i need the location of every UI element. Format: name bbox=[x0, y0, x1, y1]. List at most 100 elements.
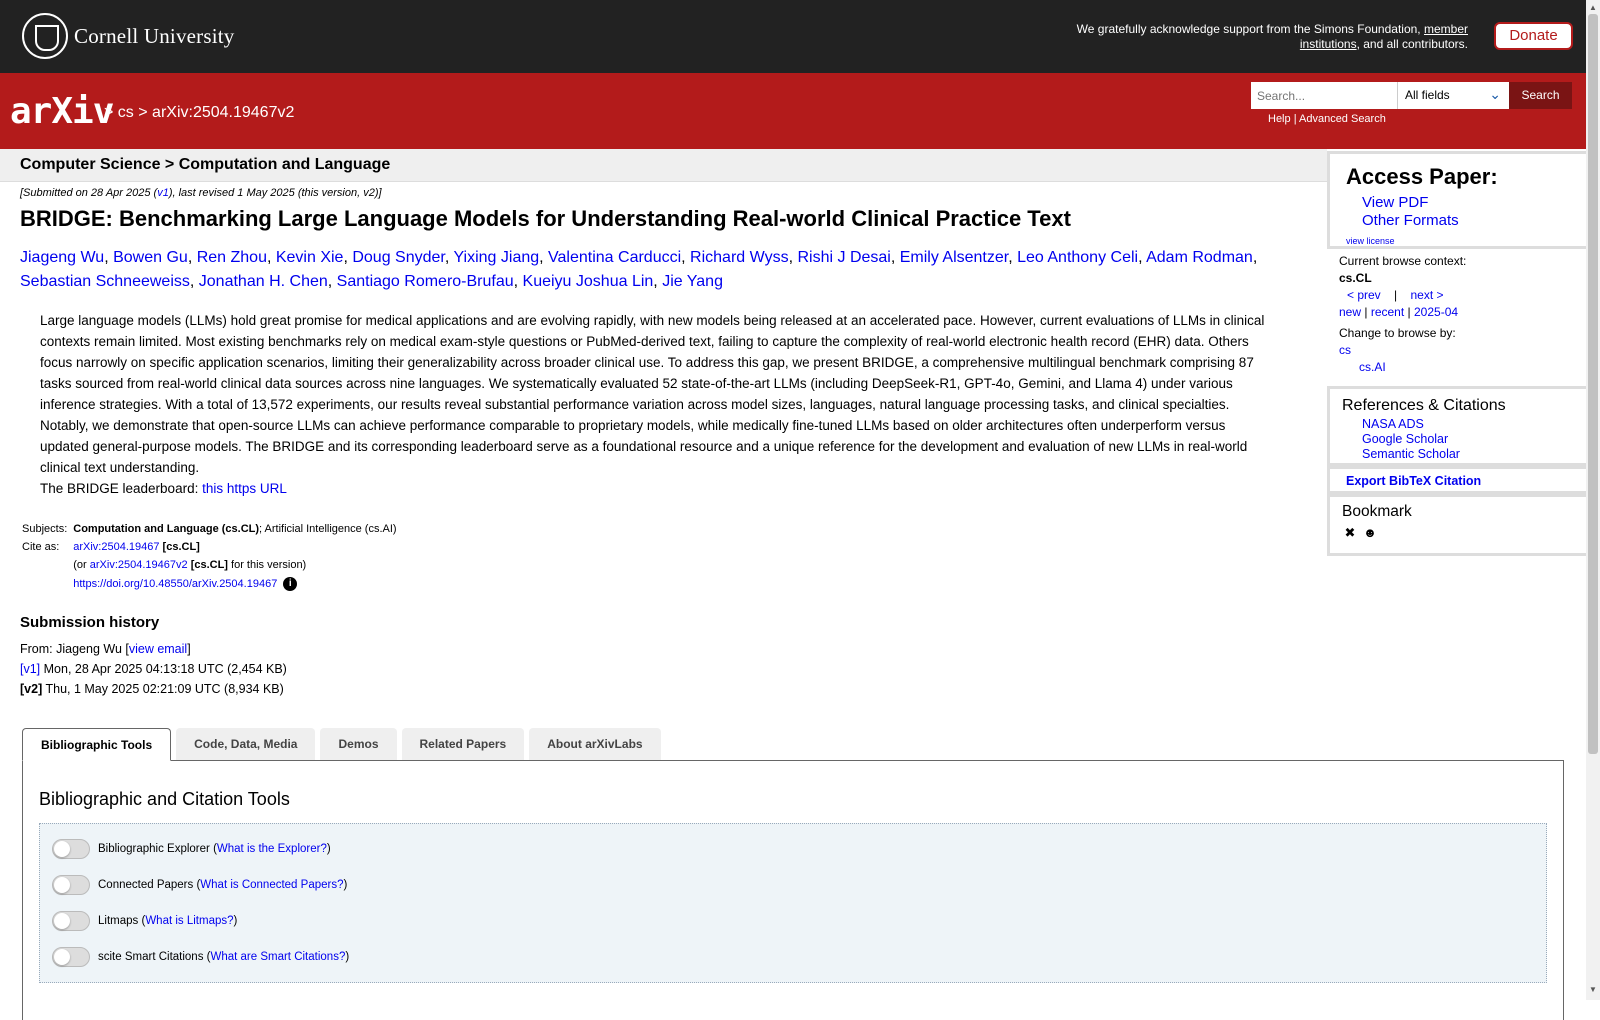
scrollbar[interactable]: ▲ ▼ bbox=[1586, 0, 1600, 1000]
google-scholar-link[interactable]: Google Scholar bbox=[1362, 432, 1574, 447]
author-separator: , bbox=[1252, 249, 1258, 266]
connected-papers-toggle[interactable] bbox=[52, 875, 90, 895]
litmaps-toggle[interactable] bbox=[52, 911, 90, 931]
author-separator: , bbox=[890, 249, 900, 266]
panel-title: Bibliographic and Citation Tools bbox=[39, 789, 290, 809]
search-field-select[interactable]: All fields ⌄ bbox=[1397, 82, 1509, 109]
nasa-ads-link[interactable]: NASA ADS bbox=[1362, 417, 1574, 432]
access-paper-title: Access Paper: bbox=[1346, 164, 1498, 189]
donate-button[interactable]: Donate bbox=[1494, 22, 1573, 50]
tool-row: Bibliographic Explorer (What is the Expl… bbox=[52, 839, 331, 859]
author-link[interactable]: Leo Anthony Celi bbox=[1017, 249, 1138, 266]
what-is-connected-papers-link[interactable]: What is Connected Papers? bbox=[200, 879, 343, 891]
support-acknowledgement: We gratefully acknowledge support from t… bbox=[1076, 22, 1468, 51]
cite-id-link[interactable]: arXiv:2504.19467 bbox=[73, 541, 159, 553]
tab-about-arxivlabs[interactable]: About arXivLabs bbox=[529, 728, 661, 760]
author-separator: , bbox=[513, 273, 523, 290]
bookmark-title: Bookmark bbox=[1342, 503, 1412, 520]
author-link[interactable]: Doug Snyder bbox=[352, 249, 445, 266]
breadcrumb-cs[interactable]: cs bbox=[118, 104, 134, 121]
subject-header: Computer Science > Computation and Langu… bbox=[0, 149, 1327, 182]
tab-panel: Bibliographic and Citation Tools Bibliog… bbox=[22, 760, 1564, 1020]
author-link[interactable]: Ren Zhou bbox=[197, 249, 267, 266]
arxiv-logo[interactable]: arXiv bbox=[10, 91, 114, 132]
help-links: Help | Advanced Search bbox=[1268, 113, 1386, 125]
month-link[interactable]: 2025-04 bbox=[1414, 305, 1458, 319]
author-list: Jiageng Wu, Bowen Gu, Ren Zhou, Kevin Xi… bbox=[20, 246, 1310, 294]
primary-subject: Computation and Language (cs.CL) bbox=[73, 523, 260, 535]
paper-title: BRIDGE: Benchmarking Large Language Mode… bbox=[20, 206, 1071, 231]
advanced-search-link[interactable]: Advanced Search bbox=[1299, 113, 1386, 125]
bibsonomy-icon[interactable]: ✖ bbox=[1342, 525, 1358, 541]
author-separator: , bbox=[266, 249, 276, 266]
v1-history-link[interactable]: [v1] bbox=[20, 662, 40, 676]
tab-demos[interactable]: Demos bbox=[320, 728, 397, 760]
author-link[interactable]: Adam Rodman bbox=[1146, 249, 1253, 266]
semantic-scholar-link[interactable]: Semantic Scholar bbox=[1362, 447, 1574, 462]
labs-tabs: Bibliographic Tools Code, Data, Media De… bbox=[22, 728, 666, 761]
tab-bibliographic-tools[interactable]: Bibliographic Tools bbox=[22, 728, 172, 761]
scroll-up-icon[interactable]: ▲ bbox=[1589, 3, 1597, 12]
scite-toggle[interactable] bbox=[52, 947, 90, 967]
tab-code-data-media[interactable]: Code, Data, Media bbox=[176, 728, 316, 760]
browse-cs-link[interactable]: cs bbox=[1339, 342, 1574, 359]
view-pdf-link[interactable]: View PDF bbox=[1362, 194, 1574, 212]
author-link[interactable]: Bowen Gu bbox=[113, 249, 188, 266]
author-separator: , bbox=[327, 273, 337, 290]
top-banner: Cornell University We gratefully acknowl… bbox=[0, 0, 1586, 73]
author-link[interactable]: Sebastian Schneeweiss bbox=[20, 273, 190, 290]
tools-box: Bibliographic Explorer (What is the Expl… bbox=[39, 823, 1547, 983]
author-link[interactable]: Yixing Jiang bbox=[453, 249, 539, 266]
v2-history-label: [v2] bbox=[20, 682, 43, 696]
what-is-litmaps-link[interactable]: What is Litmaps? bbox=[145, 915, 233, 927]
cornell-seal-icon bbox=[22, 13, 68, 59]
references-title: References & Citations bbox=[1342, 397, 1506, 414]
access-paper-box: Access Paper: View PDF Other Formats vie… bbox=[1327, 151, 1586, 249]
author-link[interactable]: Richard Wyss bbox=[690, 249, 789, 266]
author-separator: , bbox=[539, 249, 549, 266]
prev-link[interactable]: < prev bbox=[1347, 288, 1381, 302]
cite-v2-link[interactable]: arXiv:2504.19467v2 bbox=[90, 559, 188, 571]
v1-link[interactable]: v1 bbox=[157, 187, 169, 199]
view-email-link[interactable]: view email bbox=[129, 642, 187, 656]
other-formats-link[interactable]: Other Formats bbox=[1362, 212, 1574, 230]
author-separator: , bbox=[1138, 249, 1147, 266]
tool-row: Litmaps (What is Litmaps?) bbox=[52, 911, 237, 931]
tool-row: scite Smart Citations (What are Smart Ci… bbox=[52, 947, 349, 967]
export-bibtex-link[interactable]: Export BibTeX Citation bbox=[1342, 474, 1574, 488]
info-icon[interactable]: i bbox=[283, 577, 298, 591]
browse-cs-ai-link[interactable]: cs.AI bbox=[1339, 359, 1574, 376]
scroll-thumb[interactable] bbox=[1588, 14, 1598, 754]
author-link[interactable]: Valentina Carducci bbox=[548, 249, 681, 266]
leaderboard-link[interactable]: this https URL bbox=[202, 481, 287, 496]
author-link[interactable]: Kevin Xie bbox=[276, 249, 344, 266]
tool-row: Connected Papers (What is Connected Pape… bbox=[52, 875, 347, 895]
author-link[interactable]: Rishi J Desai bbox=[797, 249, 890, 266]
cornell-name: Cornell University bbox=[74, 23, 235, 48]
help-link[interactable]: Help bbox=[1268, 113, 1291, 125]
new-link[interactable]: new bbox=[1339, 305, 1361, 319]
cornell-logo[interactable]: Cornell University bbox=[22, 13, 235, 59]
doi-link[interactable]: https://doi.org/10.48550/arXiv.2504.1946… bbox=[73, 578, 277, 590]
author-separator: , bbox=[1008, 249, 1018, 266]
what-is-explorer-link[interactable]: What is the Explorer? bbox=[217, 843, 327, 855]
search-button[interactable]: Search bbox=[1509, 82, 1572, 109]
author-link[interactable]: Kueiyu Joshua Lin bbox=[523, 273, 654, 290]
author-separator: , bbox=[189, 273, 199, 290]
recent-link[interactable]: recent bbox=[1371, 305, 1404, 319]
tab-related-papers[interactable]: Related Papers bbox=[401, 728, 525, 760]
references-box: References & Citations NASA ADS Google S… bbox=[1327, 386, 1586, 466]
reddit-icon[interactable]: ☻ bbox=[1362, 525, 1378, 541]
next-link[interactable]: next > bbox=[1411, 288, 1444, 302]
search-input[interactable] bbox=[1251, 82, 1397, 109]
author-link[interactable]: Jonathan H. Chen bbox=[199, 273, 328, 290]
bibliographic-explorer-toggle[interactable] bbox=[52, 839, 90, 859]
author-link[interactable]: Emily Alsentzer bbox=[900, 249, 1008, 266]
what-are-smart-citations-link[interactable]: What are Smart Citations? bbox=[210, 951, 345, 963]
author-link[interactable]: Jie Yang bbox=[662, 273, 723, 290]
author-link[interactable]: Santiago Romero-Brufau bbox=[337, 273, 514, 290]
scroll-down-icon[interactable]: ▼ bbox=[1589, 985, 1597, 994]
export-box: Export BibTeX Citation bbox=[1327, 466, 1586, 494]
view-license-link[interactable]: view license bbox=[1342, 236, 1574, 246]
author-link[interactable]: Jiageng Wu bbox=[20, 249, 104, 266]
